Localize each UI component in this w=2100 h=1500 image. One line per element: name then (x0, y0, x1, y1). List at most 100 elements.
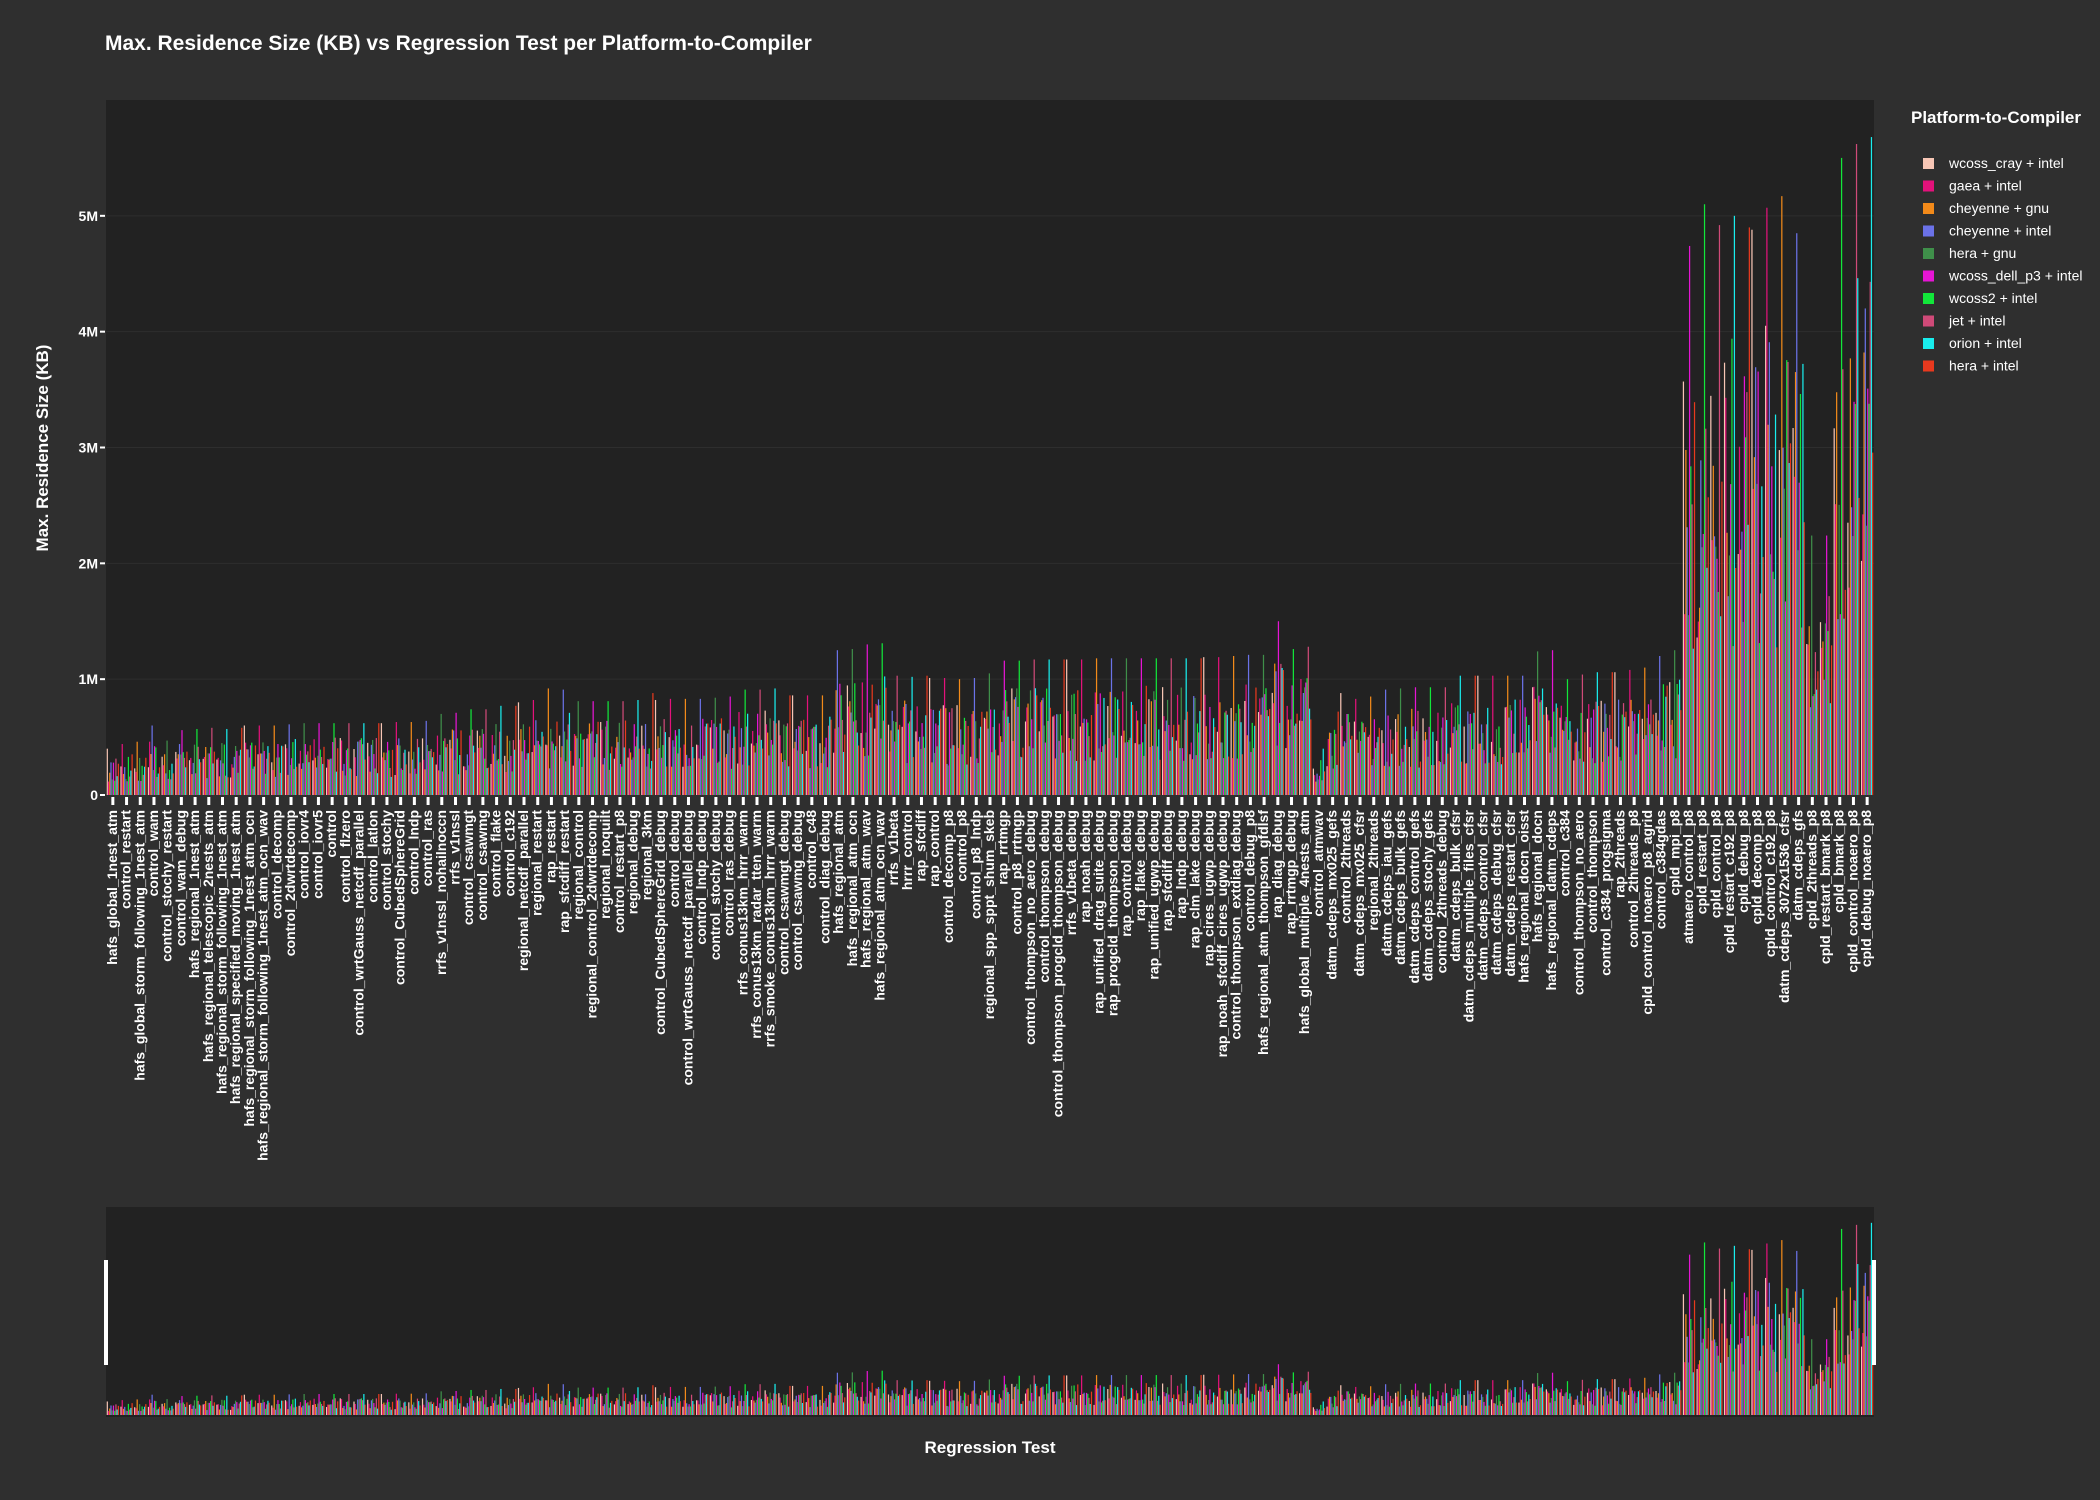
range-slider-bar (606, 1393, 608, 1415)
range-slider-bar (1451, 1388, 1453, 1415)
legend-swatch[interactable] (1923, 225, 1934, 237)
legend-item-label[interactable]: cheyenne + intel (1949, 223, 2051, 239)
range-slider-bar (1497, 1405, 1499, 1415)
bar (266, 758, 268, 795)
legend-item-label[interactable]: wcoss_cray + intel (1948, 155, 2064, 171)
legend-swatch[interactable] (1923, 270, 1934, 282)
bar (1759, 593, 1762, 795)
range-slider-bar (1179, 1401, 1181, 1415)
legend-swatch[interactable] (1923, 338, 1934, 349)
legend-swatch[interactable] (1923, 180, 1934, 192)
bar (1473, 712, 1475, 795)
bar (1756, 483, 1758, 795)
range-slider-left-handle[interactable] (104, 1260, 108, 1365)
range-slider-bar (435, 1406, 437, 1415)
legend-swatch[interactable] (1923, 158, 1934, 169)
bar (692, 746, 694, 795)
bar (1809, 707, 1812, 795)
range-slider-bar (688, 1404, 690, 1415)
range-slider-bar (197, 1400, 199, 1415)
range-slider-bar (919, 1398, 921, 1415)
range-slider-bar (243, 1394, 245, 1415)
range-slider-bar (1753, 1316, 1756, 1415)
range-slider-bar (1559, 1392, 1561, 1415)
bar (292, 742, 294, 795)
legend-swatch[interactable] (1923, 203, 1934, 214)
range-slider-bar (1280, 1376, 1282, 1415)
range-slider-bar (386, 1399, 389, 1415)
bar (330, 758, 333, 795)
bar (748, 765, 750, 795)
range-slider-bar (1031, 1392, 1033, 1415)
bar (1113, 735, 1115, 795)
legend-swatch[interactable] (1923, 248, 1934, 259)
range-slider-bar (1083, 1392, 1085, 1415)
legend-item-label[interactable]: orion + intel (1949, 335, 2022, 351)
bar (950, 748, 952, 795)
bar (978, 738, 980, 795)
legend-item-label[interactable]: wcoss2 + intel (1948, 290, 2037, 306)
range-slider-bar (1539, 1387, 1541, 1415)
range-slider-bar (828, 1394, 830, 1415)
bar (912, 757, 914, 795)
bar (1414, 687, 1417, 795)
bar (495, 724, 497, 795)
legend-swatch[interactable] (1923, 315, 1934, 327)
legend-swatch[interactable] (1923, 293, 1934, 304)
bar (443, 740, 445, 795)
range-slider-bar (663, 1392, 665, 1415)
range-slider-bar (1455, 1396, 1458, 1415)
range-slider-right-handle[interactable] (1872, 1260, 1876, 1365)
range-slider-bar (1166, 1387, 1169, 1415)
bar (572, 765, 574, 795)
bar (1672, 746, 1675, 795)
bar (284, 744, 287, 795)
legend-item-label[interactable]: hera + intel (1949, 358, 2019, 374)
range-slider-bar (129, 1409, 131, 1415)
range-slider-bar (364, 1404, 366, 1415)
range-slider-bar (1347, 1391, 1349, 1415)
range-slider-bar (289, 1406, 292, 1415)
range-slider-bar (977, 1405, 979, 1415)
bar (107, 781, 110, 795)
legend-item-label[interactable]: cheyenne + gnu (1949, 200, 2049, 216)
range-slider-bar (1610, 1398, 1612, 1415)
legend-item-label[interactable]: jet + intel (1948, 313, 2005, 329)
range-slider-bar (282, 1400, 284, 1415)
bar (1206, 759, 1209, 795)
bar (362, 744, 364, 795)
range-slider-bar (188, 1404, 191, 1415)
range-slider-bar (1649, 1394, 1651, 1415)
legend-item-label[interactable]: gaea + intel (1949, 178, 2022, 194)
bar (1702, 533, 1704, 795)
bar (719, 723, 721, 795)
bar (1226, 714, 1228, 795)
range-slider-bar (218, 1409, 221, 1415)
range-slider-bar (329, 1404, 331, 1415)
bar (403, 752, 405, 795)
range-slider-bar (898, 1394, 901, 1415)
range-slider-bar (504, 1403, 506, 1415)
bar (841, 719, 843, 795)
bar (1402, 761, 1404, 795)
legend-item-label[interactable]: hera + gnu (1949, 245, 2016, 261)
range-slider-bar (1691, 1330, 1693, 1415)
bar (145, 757, 147, 795)
bar (690, 725, 693, 795)
range-slider-bar (145, 1404, 147, 1415)
bar (1479, 743, 1481, 795)
range-slider-bar (404, 1401, 406, 1415)
range-slider-bar (1747, 1336, 1749, 1415)
range-slider-bar (757, 1391, 759, 1415)
bar (844, 734, 846, 795)
range-slider-bar (1469, 1391, 1471, 1415)
bar (676, 735, 678, 795)
bar (1118, 708, 1120, 795)
bar (656, 749, 658, 795)
bar (1783, 488, 1785, 795)
bar (1477, 675, 1479, 795)
range-slider-bar (1070, 1385, 1073, 1415)
legend-item-label[interactable]: wcoss_dell_p3 + intel (1948, 268, 2082, 284)
legend-swatch[interactable] (1923, 360, 1934, 372)
range-slider-bar (1523, 1402, 1525, 1415)
